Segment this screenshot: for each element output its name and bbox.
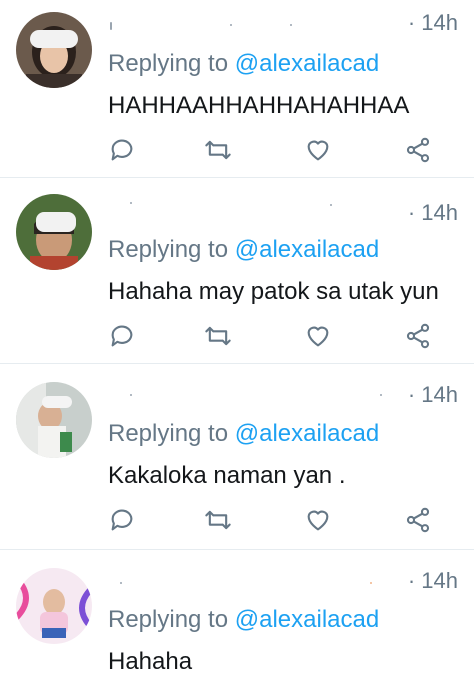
tweet-text: Kakaloka naman yan . (108, 462, 346, 489)
tweet-actions (108, 506, 438, 534)
retweet-button[interactable] (204, 322, 232, 350)
reply-button[interactable] (108, 322, 136, 350)
blurred-name (380, 394, 382, 396)
reply-handle-link[interactable]: @alexailacad (235, 420, 379, 447)
reply-handle-link[interactable]: @alexailacad (235, 236, 379, 263)
replying-to: Replying to @alexailacad (108, 50, 379, 78)
share-icon (406, 323, 430, 349)
reply-button[interactable] (108, 136, 136, 164)
tweet-time: · 14h (407, 10, 458, 35)
tweet-text: Hahaha may patok sa utak yun (108, 278, 439, 305)
replying-to-label: Replying to (108, 420, 229, 447)
tweet-reply[interactable]: · 14h Replying to @alexailacad Hahaha (0, 550, 474, 682)
share-button[interactable] (404, 136, 432, 164)
reply-button[interactable] (108, 506, 136, 534)
blurred-name (130, 394, 132, 396)
tweet-time: · 14h (407, 382, 458, 407)
retweet-icon (205, 326, 231, 346)
reply-handle-link[interactable]: @alexailacad (235, 606, 379, 633)
tweet-reply[interactable]: · 14h Replying to @alexailacad Hahaha ma… (0, 178, 474, 364)
replying-to: Replying to @alexailacad (108, 420, 379, 448)
share-button[interactable] (404, 506, 432, 534)
retweet-button[interactable] (204, 136, 232, 164)
share-button[interactable] (404, 322, 432, 350)
like-icon (307, 140, 329, 161)
tweet-time: · 14h (407, 200, 458, 225)
tweet-reply[interactable]: · 14h Replying to @alexailacad HAHHAAHHA… (0, 0, 474, 178)
share-icon (406, 137, 430, 163)
replying-to-label: Replying to (108, 606, 229, 633)
reply-icon (111, 325, 133, 347)
tweet-text: HAHHAAHHAHHAHAHHAA (108, 92, 410, 119)
blurred-name (120, 582, 122, 584)
blurred-name (230, 24, 232, 26)
blurred-name (370, 582, 372, 584)
like-icon (307, 510, 329, 531)
like-button[interactable] (304, 322, 332, 350)
retweet-icon (205, 510, 231, 530)
retweet-button[interactable] (204, 506, 232, 534)
tweet-time: · 14h (407, 568, 458, 593)
blurred-name (290, 24, 292, 26)
avatar[interactable] (16, 194, 92, 270)
like-button[interactable] (304, 136, 332, 164)
share-icon (406, 507, 430, 533)
reply-icon (111, 509, 133, 531)
like-icon (307, 326, 329, 347)
tweet-actions (108, 136, 438, 164)
replying-to-label: Replying to (108, 50, 229, 77)
reply-handle-link[interactable]: @alexailacad (235, 50, 379, 77)
blurred-name (110, 22, 112, 30)
blurred-name (330, 204, 332, 206)
retweet-icon (205, 140, 231, 160)
tweet-text: Hahaha (108, 648, 193, 675)
replying-to: Replying to @alexailacad (108, 606, 379, 634)
avatar[interactable] (16, 12, 92, 88)
replying-to-label: Replying to (108, 236, 229, 263)
replying-to: Replying to @alexailacad (108, 236, 379, 264)
reply-icon (111, 139, 133, 161)
blurred-name (130, 202, 132, 204)
like-button[interactable] (304, 506, 332, 534)
tweet-reply[interactable]: · 14h Replying to @alexailacad Kakaloka … (0, 364, 474, 550)
avatar[interactable] (16, 568, 92, 644)
tweet-actions (108, 322, 438, 350)
avatar[interactable] (16, 382, 92, 458)
